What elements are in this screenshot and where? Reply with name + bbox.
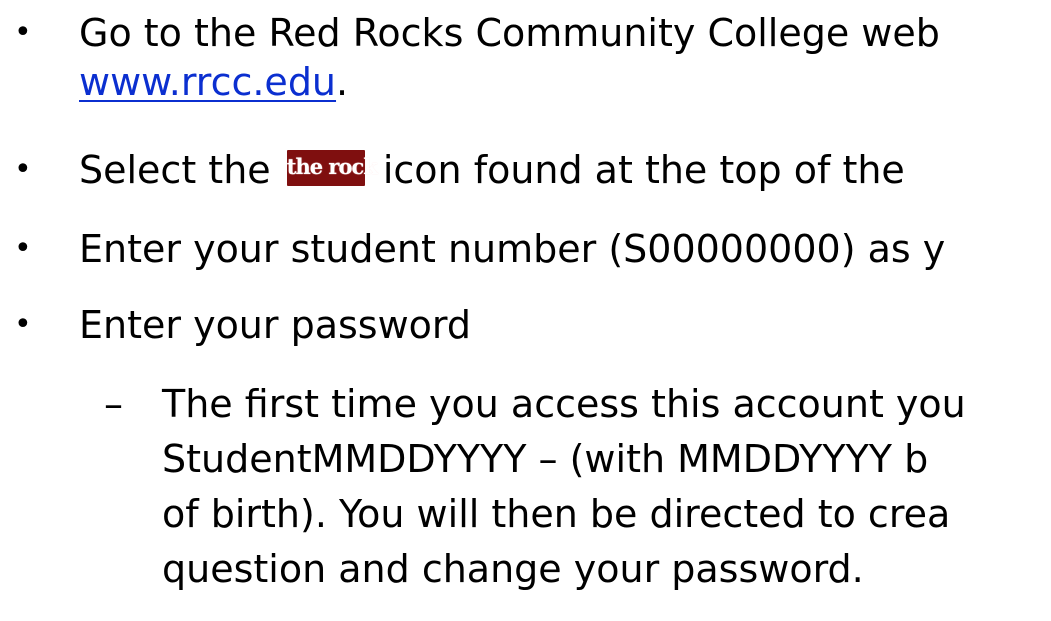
bullet-glyph: •: [14, 15, 32, 50]
bullet-2-before: Select the: [79, 148, 283, 192]
sub-bullet-line-2: StudentMMDDYYYY – (with MMDDYYYY b: [162, 437, 929, 481]
bullet-2-after: icon found at the top of the: [370, 148, 905, 192]
rrcc-website-link[interactable]: www.rrcc.edu: [79, 60, 336, 104]
sub-bullet-line-1: The first time you access this account y…: [162, 382, 966, 426]
bullet-1-link-line: www.rrcc.edu.: [79, 59, 348, 105]
sub-bullet-line-3: of birth). You will then be directed to …: [162, 492, 951, 536]
sub-bullet-line-4: question and change your password.: [162, 547, 864, 591]
bullet-3-text: Enter your student number (S00000000) as…: [79, 227, 946, 271]
bullet-glyph: •: [14, 231, 32, 266]
bullet-4-text: Enter your password: [79, 303, 472, 347]
bullet-glyph: •: [14, 307, 32, 342]
the-rock-icon[interactable]: the rock: [286, 150, 378, 186]
bullet-1-text: Go to the Red Rocks Community College we…: [79, 11, 940, 55]
slide-content: • Go to the Red Rocks Community College …: [0, 0, 1051, 621]
sub-bullet-dash: –: [104, 382, 123, 426]
the-rock-icon-label: the rock: [286, 154, 378, 179]
link-suffix: .: [336, 60, 349, 104]
bullet-glyph: •: [14, 152, 32, 187]
bullet-2-text: Select the the rock icon found at the to…: [79, 147, 905, 193]
